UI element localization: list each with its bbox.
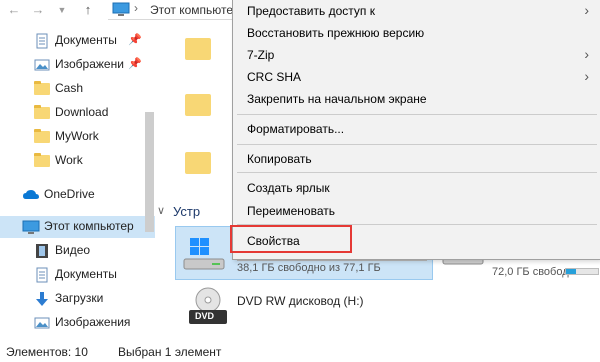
menu-item-7zip[interactable]: 7-Zip › [233,44,600,66]
folder-icon[interactable] [185,38,211,60]
menu-item-share[interactable]: Предоставить доступ к › [233,0,600,22]
sidebar-item-pictures[interactable]: Изображения [0,312,155,334]
dvd-drive-icon[interactable] [185,286,231,332]
navigation-pane: Документы 📌 Изображени 📌 Cash Download M… [0,22,155,342]
sidebar-item-label: OneDrive [44,187,95,201]
folder-icon [34,153,50,167]
sidebar-item-documents[interactable]: Документы [0,264,155,286]
sidebar-item-label: Видео [55,243,91,257]
sidebar-item-cash[interactable]: Cash [0,78,155,100]
chevron-right-icon: › [584,2,589,18]
menu-item-create-shortcut[interactable]: Создать ярлык [233,177,600,199]
menu-item-crc-sha[interactable]: CRC SHA › [233,66,600,88]
breadcrumb[interactable]: Этот компьютер [150,3,240,17]
forward-icon[interactable]: → [30,2,46,18]
sidebar-item-pictures-pinned[interactable]: Изображени 📌 [0,54,155,76]
item-count: Элементов: 10 [6,345,88,359]
menu-item-label: Форматировать... [247,122,345,136]
menu-item-label: 7-Zip [247,48,275,62]
folder-icon[interactable] [185,152,211,174]
sidebar-item-label: MyWork [55,129,99,143]
drive-d-usage-bar [565,268,599,275]
sidebar-item-downloads[interactable]: Загрузки [0,288,155,310]
chevron-right-icon: › [584,46,589,62]
status-bar: Элементов: 10 Выбран 1 элемент [0,342,600,362]
documents-icon [34,267,50,283]
menu-item-label: Предоставить доступ к [247,4,375,18]
sidebar-item-label: Этот компьютер [44,219,134,233]
up-icon[interactable]: ↑ [80,2,96,18]
sidebar-item-this-pc[interactable]: Этот компьютер [0,216,155,238]
sidebar-item-label: Download [55,105,109,119]
menu-item-label: Переименовать [247,204,335,218]
section-title[interactable]: Устр [173,204,200,219]
sidebar-item-label: Документы [55,267,117,281]
back-icon[interactable]: ← [6,2,22,18]
folder-icon [34,105,50,119]
sidebar-item-onedrive[interactable]: OneDrive [0,184,155,206]
breadcrumb-chevron-icon: › [134,1,138,15]
menu-item-rename[interactable]: Переименовать [233,200,600,222]
folder-icon [34,81,50,95]
sidebar-item-mywork[interactable]: MyWork [0,126,155,148]
pin-icon: 📌 [128,34,142,46]
windows-drive-icon [183,238,225,270]
sidebar-item-label: Изображени [55,57,124,71]
explorer-window: ← → ▼ ↑ › Этот компьютер Документы 📌 Изо… [0,0,600,362]
folder-icon [34,129,50,143]
sidebar-item-label: Документы [55,33,117,47]
menu-separator [237,114,597,115]
folder-icon[interactable] [185,94,211,116]
video-icon [34,243,50,259]
menu-item-pin-start[interactable]: Закрепить на начальном экране [233,88,600,110]
properties-highlight-box [230,225,352,253]
drive-c-caption: 38,1 ГБ свободно из 77,1 ГБ [237,262,381,274]
sidebar-item-label: Загрузки [55,291,104,305]
computer-icon [22,219,40,235]
dvd-drive-label[interactable]: DVD RW дисковод (H:) [237,294,364,308]
sidebar-item-label: Cash [55,81,84,95]
sidebar-item-label: Изображения [55,315,131,329]
pictures-icon [34,57,50,73]
pin-icon: 📌 [128,58,142,70]
menu-item-label: CRC SHA [247,70,302,84]
chevron-right-icon: › [584,68,589,84]
sidebar-item-work[interactable]: Work [0,150,155,172]
menu-item-label: Создать ярлык [247,181,330,195]
sidebar-item-download[interactable]: Download [0,102,155,124]
sidebar-item-documents-pinned[interactable]: Документы 📌 [0,30,155,52]
context-menu: Предоставить доступ к › Восстановить пре… [232,0,600,260]
menu-item-copy[interactable]: Копировать [233,148,600,170]
menu-item-restore-version[interactable]: Восстановить прежнюю версию [233,22,600,44]
drive-d-usage-fill [566,269,576,274]
menu-separator [237,172,597,173]
sidebar-item-label: Work [55,153,83,167]
downloads-icon [34,291,50,307]
documents-icon [34,33,50,49]
menu-item-format[interactable]: Форматировать... [233,118,600,140]
selection-count: Выбран 1 элемент [118,345,222,359]
chevron-down-icon[interactable]: ∨ [157,204,165,217]
computer-icon [112,2,130,16]
onedrive-icon [22,187,39,203]
chevron-down-icon[interactable]: ▼ [54,2,70,18]
menu-item-label: Копировать [247,152,312,166]
dvd-badge: DVD [195,311,215,321]
sidebar-item-video[interactable]: Видео [0,240,155,262]
menu-item-label: Закрепить на начальном экране [247,92,427,106]
menu-item-label: Восстановить прежнюю версию [247,26,425,40]
pictures-icon [34,315,50,331]
menu-separator [237,144,597,145]
scrollbar-thumb[interactable] [145,112,154,232]
